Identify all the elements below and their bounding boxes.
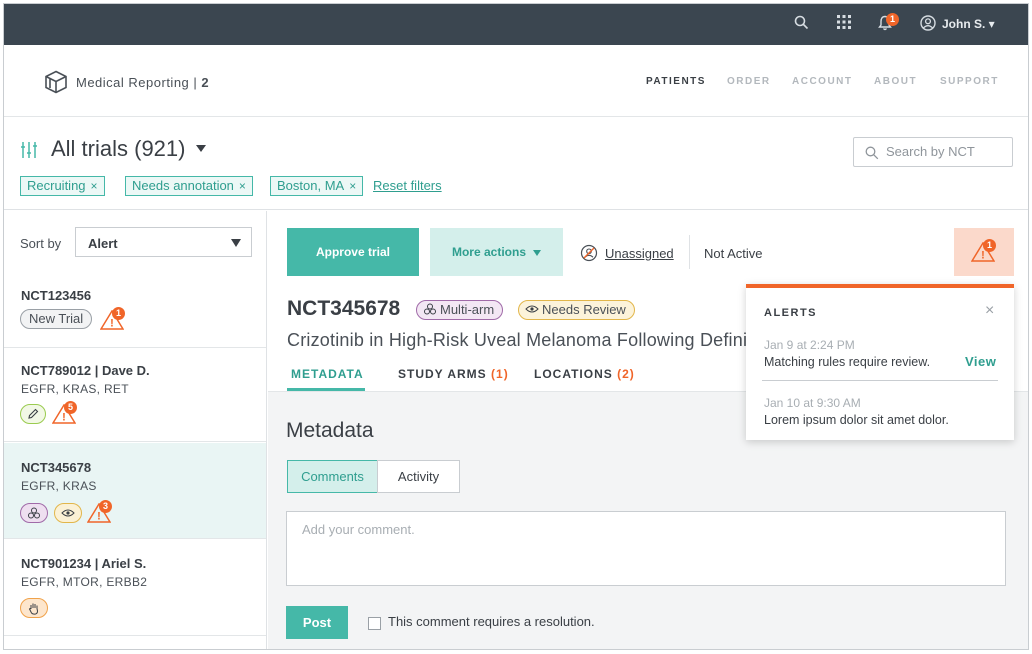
close-icon[interactable]: × xyxy=(239,179,246,193)
list-item[interactable]: NCT789012 | Dave D. EGFR, KRAS, RET ! 5 xyxy=(4,349,266,442)
search-icon xyxy=(865,146,879,160)
resolution-checkbox-label: This comment requires a resolution. xyxy=(388,614,595,629)
pencil-icon xyxy=(20,404,46,424)
alert-message: Matching rules require review. xyxy=(764,355,931,369)
trial-list-sidebar: Sort by Alert NCT123456 New Trial ! 1 NC… xyxy=(4,211,267,649)
alert-icon: ! 1 xyxy=(970,239,996,267)
app-header: Medical Reporting | 2 PATIENTS ORDER ACC… xyxy=(4,45,1028,117)
comment-input[interactable] xyxy=(286,511,1006,586)
search-icon[interactable] xyxy=(794,15,809,35)
svg-text:!: ! xyxy=(110,318,114,330)
search-box[interactable] xyxy=(853,137,1013,167)
alerts-button[interactable]: ! 1 xyxy=(954,228,1014,276)
activity-toggle[interactable]: Activity xyxy=(377,460,460,493)
chevron-down-icon xyxy=(231,239,241,247)
gene-list: EGFR, MTOR, ERBB2 xyxy=(21,575,148,589)
filter-sliders-icon[interactable] xyxy=(20,141,38,164)
top-bar: 1 John S. ▾ xyxy=(4,4,1028,45)
sort-select[interactable]: Alert xyxy=(75,227,252,257)
view-alert-link[interactable]: View xyxy=(965,354,996,369)
close-icon[interactable]: × xyxy=(349,179,356,193)
nav-support[interactable]: SUPPORT xyxy=(940,76,999,87)
tab-locations[interactable]: LOCATIONS (2) xyxy=(534,367,635,381)
app-title: Medical Reporting | 2 xyxy=(76,75,210,90)
comments-toggle[interactable]: Comments xyxy=(287,460,378,493)
trials-title[interactable]: All trials (921) xyxy=(51,136,185,162)
user-icon[interactable] xyxy=(920,15,936,36)
divider xyxy=(689,235,690,269)
section-title: Metadata xyxy=(286,419,374,442)
user-menu[interactable]: John S. ▾ xyxy=(942,17,995,31)
resolution-checkbox[interactable] xyxy=(368,617,381,630)
divider xyxy=(762,380,998,381)
alert-timestamp: Jan 10 at 9:30 AM xyxy=(764,396,861,410)
trial-id: NCT901234 | Ariel S. xyxy=(21,556,147,571)
svg-text:!: ! xyxy=(62,412,66,424)
nav-patients[interactable]: PATIENTS xyxy=(646,76,706,87)
post-button[interactable]: Post xyxy=(286,606,348,639)
gene-list: EGFR, KRAS xyxy=(21,479,97,493)
svg-text:!: ! xyxy=(97,511,101,523)
filter-chip-boston[interactable]: Boston, MA × xyxy=(270,176,364,196)
alert-message: Lorem ipsum dolor sit amet dolor. xyxy=(764,413,949,427)
more-actions-button[interactable]: More actions xyxy=(430,228,563,276)
list-item[interactable]: NCT123456 New Trial ! 1 xyxy=(4,275,266,348)
grid-icon[interactable] xyxy=(837,15,851,34)
gene-list: EGFR, KRAS, RET xyxy=(21,382,129,396)
filter-chip-needs-annotation[interactable]: Needs annotation × xyxy=(125,176,253,196)
chevron-down-icon[interactable] xyxy=(196,145,206,152)
multi-arm-tag: Multi-arm xyxy=(416,300,504,320)
alert-icon: ! 5 xyxy=(51,401,77,429)
multi-arm-icon xyxy=(20,503,48,523)
svg-text:!: ! xyxy=(981,250,985,262)
tab-study-arms[interactable]: STUDY ARMS (1) xyxy=(398,367,509,381)
alerts-popover: ALERTS × Jan 9 at 2:24 PM Matching rules… xyxy=(746,284,1014,440)
needs-review-tag: Needs Review xyxy=(518,300,635,320)
trial-id: NCT123456 xyxy=(21,288,92,303)
approve-trial-button[interactable]: Approve trial xyxy=(287,228,419,276)
sort-label: Sort by xyxy=(20,236,62,251)
hand-icon xyxy=(20,598,48,618)
chevron-down-icon xyxy=(533,249,541,256)
close-icon[interactable]: × xyxy=(985,302,994,320)
nav-about[interactable]: ABOUT xyxy=(874,76,917,87)
list-item[interactable]: NCT901234 | Ariel S. EGFR, MTOR, ERBB2 xyxy=(4,540,266,636)
nav-order[interactable]: ORDER xyxy=(727,76,771,87)
popover-title: ALERTS xyxy=(764,307,817,319)
assignee-link[interactable]: Unassigned xyxy=(605,246,674,261)
multi-arm-icon xyxy=(424,303,436,315)
reset-filters-link[interactable]: Reset filters xyxy=(373,178,442,193)
trial-id: NCT345678 xyxy=(21,460,92,475)
tab-metadata[interactable]: METADATA xyxy=(291,367,364,381)
trial-status: Not Active xyxy=(704,246,763,261)
eye-icon xyxy=(54,503,82,523)
filter-area: All trials (921) Recruiting× Needs annot… xyxy=(4,117,1028,210)
alert-icon: ! 1 xyxy=(99,307,125,335)
close-icon[interactable]: × xyxy=(91,179,98,193)
alert-timestamp: Jan 9 at 2:24 PM xyxy=(764,338,855,352)
eye-icon xyxy=(525,305,539,313)
app-window: 1 John S. ▾ Medical Reporting | 2 PATIEN… xyxy=(3,3,1029,650)
nav-account[interactable]: ACCOUNT xyxy=(792,76,853,87)
new-trial-badge: New Trial xyxy=(20,309,93,329)
unassigned-user-icon xyxy=(580,244,598,267)
search-input[interactable] xyxy=(886,144,1006,159)
trial-id-heading: NCT345678 xyxy=(287,297,401,320)
notification-count-badge: 1 xyxy=(886,13,899,26)
list-item[interactable]: NCT345678 EGFR, KRAS ! 3 xyxy=(4,443,266,539)
trial-id: NCT789012 | Dave D. xyxy=(21,363,150,378)
filter-chip-recruiting[interactable]: Recruiting × xyxy=(20,176,105,196)
logo-icon xyxy=(44,70,68,99)
trial-name: Crizotinib in High-Risk Uveal Melanoma F… xyxy=(287,330,776,350)
alert-icon: ! 3 xyxy=(86,500,112,528)
